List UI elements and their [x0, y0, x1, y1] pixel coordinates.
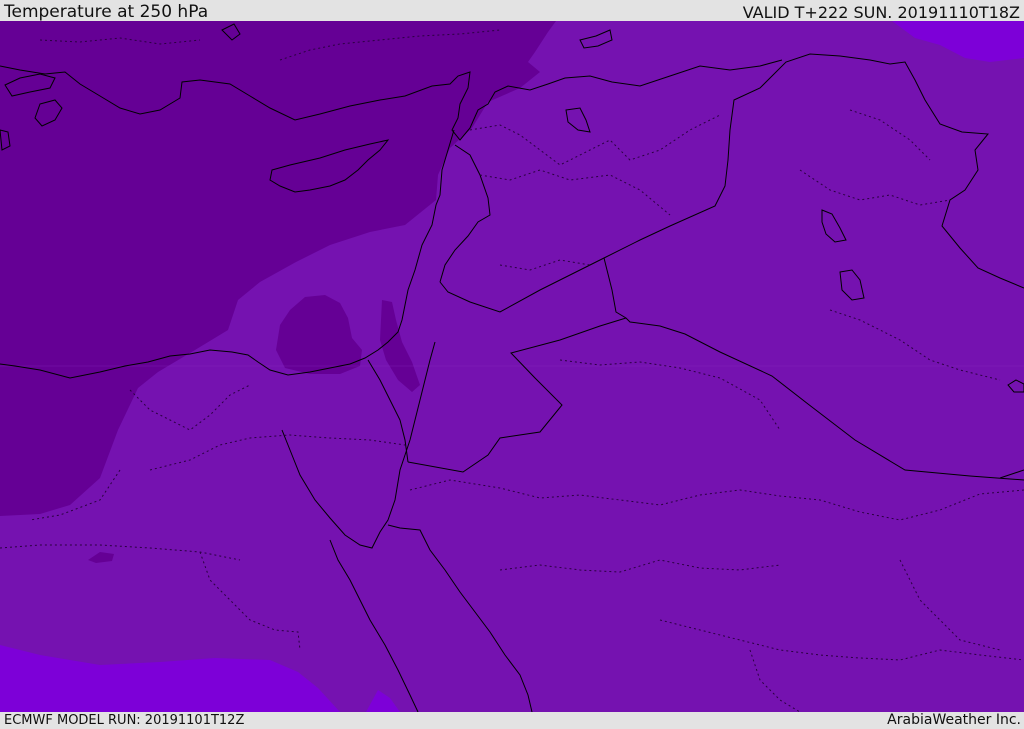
footer-bar: ECMWF MODEL RUN: 20191101T12Z ArabiaWeat… — [0, 712, 1024, 729]
credit-label: ArabiaWeather Inc. — [887, 712, 1021, 728]
temperature-map[interactable] — [0, 21, 1024, 712]
model-run-label: ECMWF MODEL RUN: 20191101T12Z — [4, 713, 245, 728]
valid-time-label: VALID T+222 SUN. 20191110T18Z — [742, 3, 1020, 22]
map-title: Temperature at 250 hPa — [4, 2, 209, 22]
header-bar: Temperature at 250 hPa VALID T+222 SUN. … — [0, 0, 1024, 22]
